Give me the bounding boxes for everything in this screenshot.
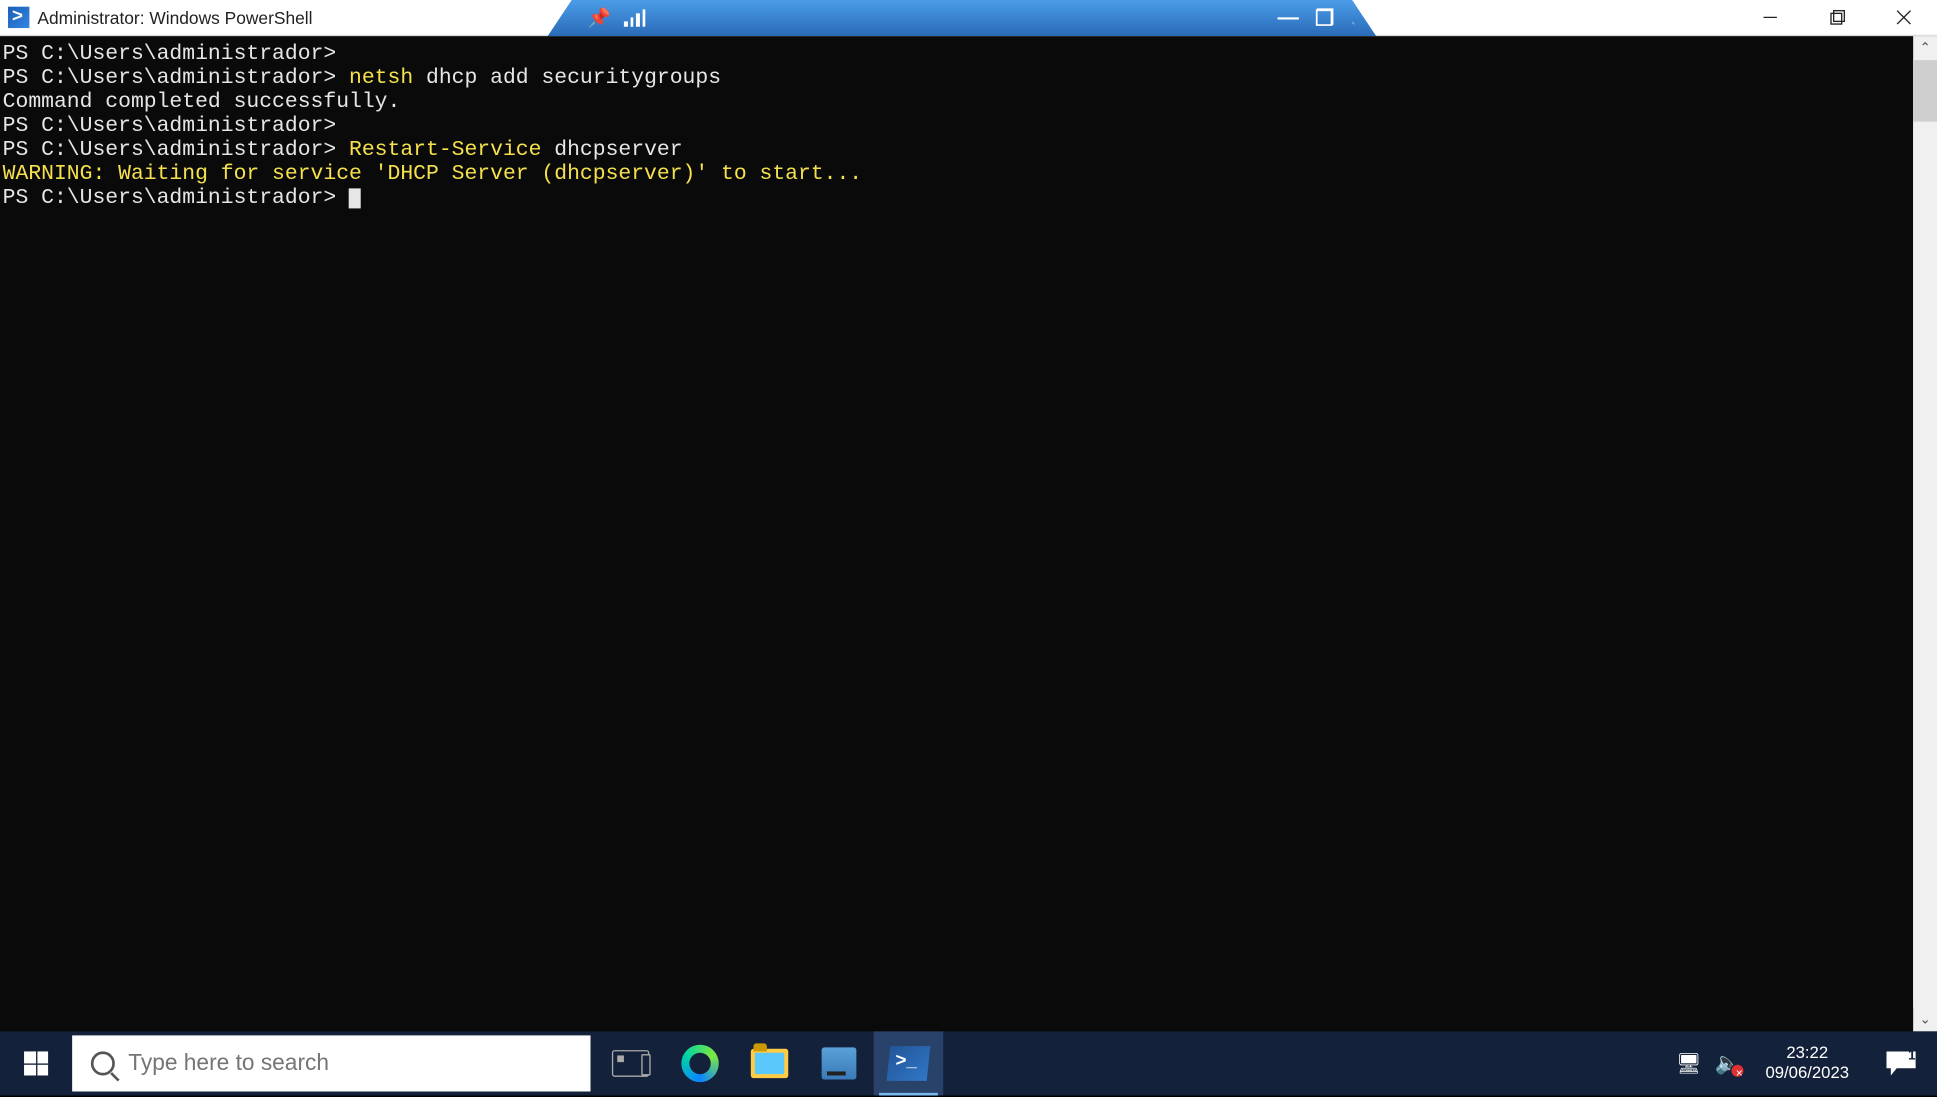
scroll-up-button[interactable]: ⌃ (1913, 36, 1937, 60)
task-view-button[interactable] (596, 1031, 665, 1095)
windows-logo-icon (24, 1051, 48, 1075)
taskbar-powershell[interactable] (874, 1031, 943, 1095)
time-text: 23:22 (1765, 1043, 1849, 1063)
server-manager-icon (822, 1047, 857, 1079)
window-controls (1737, 0, 1937, 35)
taskbar: 🖥 🔈 23:22 09/06/2023 1 (0, 1031, 1937, 1095)
taskbar-server-manager[interactable] (804, 1031, 873, 1095)
volume-muted-icon[interactable]: 🔈 (1715, 1050, 1742, 1077)
scrollbar[interactable]: ⌃ ⌄ (1913, 36, 1937, 1031)
date-text: 09/06/2023 (1765, 1063, 1849, 1083)
start-button[interactable] (0, 1031, 72, 1095)
scroll-down-button[interactable]: ⌄ (1913, 1007, 1937, 1031)
titlebar[interactable]: Administrator: Windows PowerShell 📌 — ❐ … (0, 0, 1937, 36)
edge-icon (681, 1045, 718, 1082)
powershell-taskbar-icon (887, 1046, 931, 1081)
remote-close-button[interactable]: ✕ (1342, 5, 1376, 32)
window-title: Administrator: Windows PowerShell (37, 7, 312, 27)
notification-badge: 1 (1902, 1046, 1921, 1065)
clock[interactable]: 23:22 09/06/2023 (1755, 1043, 1860, 1083)
system-tray: 🖥 🔈 23:22 09/06/2023 1 (1676, 1043, 1937, 1083)
search-icon (91, 1051, 115, 1075)
remote-restore-button[interactable]: ❐ (1307, 5, 1342, 32)
taskbar-file-explorer[interactable] (735, 1031, 804, 1095)
scroll-track[interactable] (1913, 60, 1937, 1007)
network-icon[interactable]: 🖥 (1676, 1051, 1701, 1075)
scroll-thumb[interactable] (1913, 60, 1937, 121)
minimize-button[interactable] (1737, 0, 1804, 35)
search-box[interactable] (72, 1035, 590, 1091)
notification-center-button[interactable]: 1 (1873, 1051, 1929, 1075)
powershell-icon (8, 7, 29, 28)
terminal-output[interactable]: PS C:\Users\administrador> PS C:\Users\a… (0, 36, 1913, 1031)
task-view-icon (612, 1050, 649, 1077)
remote-minimize-button[interactable]: — (1270, 6, 1307, 30)
maximize-button[interactable] (1804, 0, 1871, 35)
close-button[interactable] (1870, 0, 1937, 35)
taskbar-edge[interactable] (665, 1031, 734, 1095)
file-explorer-icon (751, 1049, 788, 1078)
signal-icon (624, 9, 645, 26)
remote-session-bar[interactable]: 📌 — ❐ ✕ (548, 0, 1376, 36)
pin-icon[interactable]: 📌 (588, 7, 611, 30)
search-input[interactable] (128, 1050, 572, 1077)
